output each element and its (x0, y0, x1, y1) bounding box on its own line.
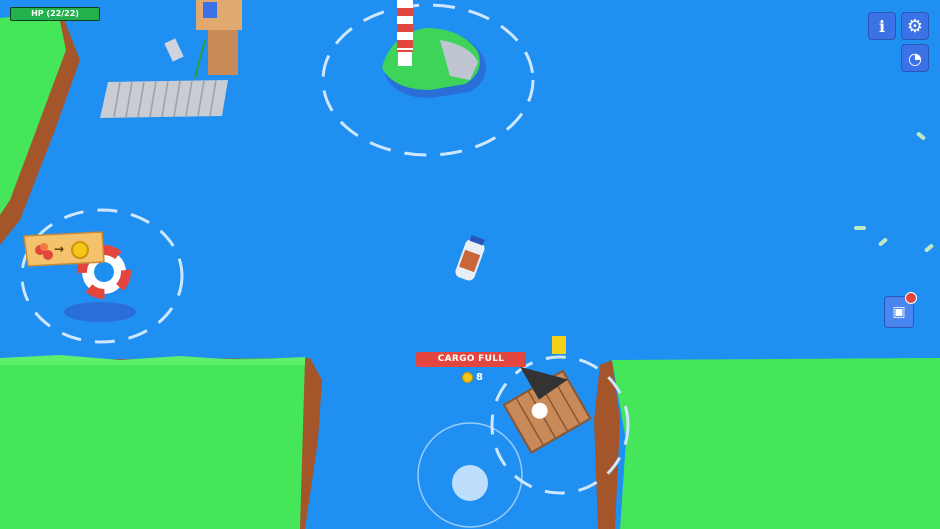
coin-icon (462, 372, 473, 383)
compass-icon: ◔ (908, 48, 922, 68)
bottom-right-land (594, 358, 940, 529)
wooden-dock (100, 79, 228, 118)
bottom-left-land (0, 355, 322, 529)
notification-dot (905, 292, 917, 304)
inventory-button[interactable]: ▣ (884, 292, 917, 328)
info-icon: i (878, 16, 886, 36)
coin-count-value: 8 (476, 372, 483, 383)
game-world (0, 0, 940, 529)
gear-icon: ⚙ (906, 15, 924, 37)
hp-label: HP (22/22) (31, 9, 79, 18)
hp-bar: HP (22/22) (10, 7, 100, 21)
trade-arrow: → (54, 242, 65, 256)
cargo-status-label: CARGO FULL (416, 352, 526, 367)
info-button[interactable]: i (868, 12, 896, 40)
settings-button[interactable]: ⚙ (901, 12, 929, 40)
coin-counter: 8 (462, 372, 483, 383)
quest-marker-icon (552, 336, 566, 354)
map-button[interactable]: ◔ (901, 44, 929, 72)
backpack-icon: ▣ (892, 304, 906, 320)
game-viewport[interactable]: HP (22/22) i ⚙ ◔ ▣ CARGO FULL 8 → (0, 0, 940, 529)
